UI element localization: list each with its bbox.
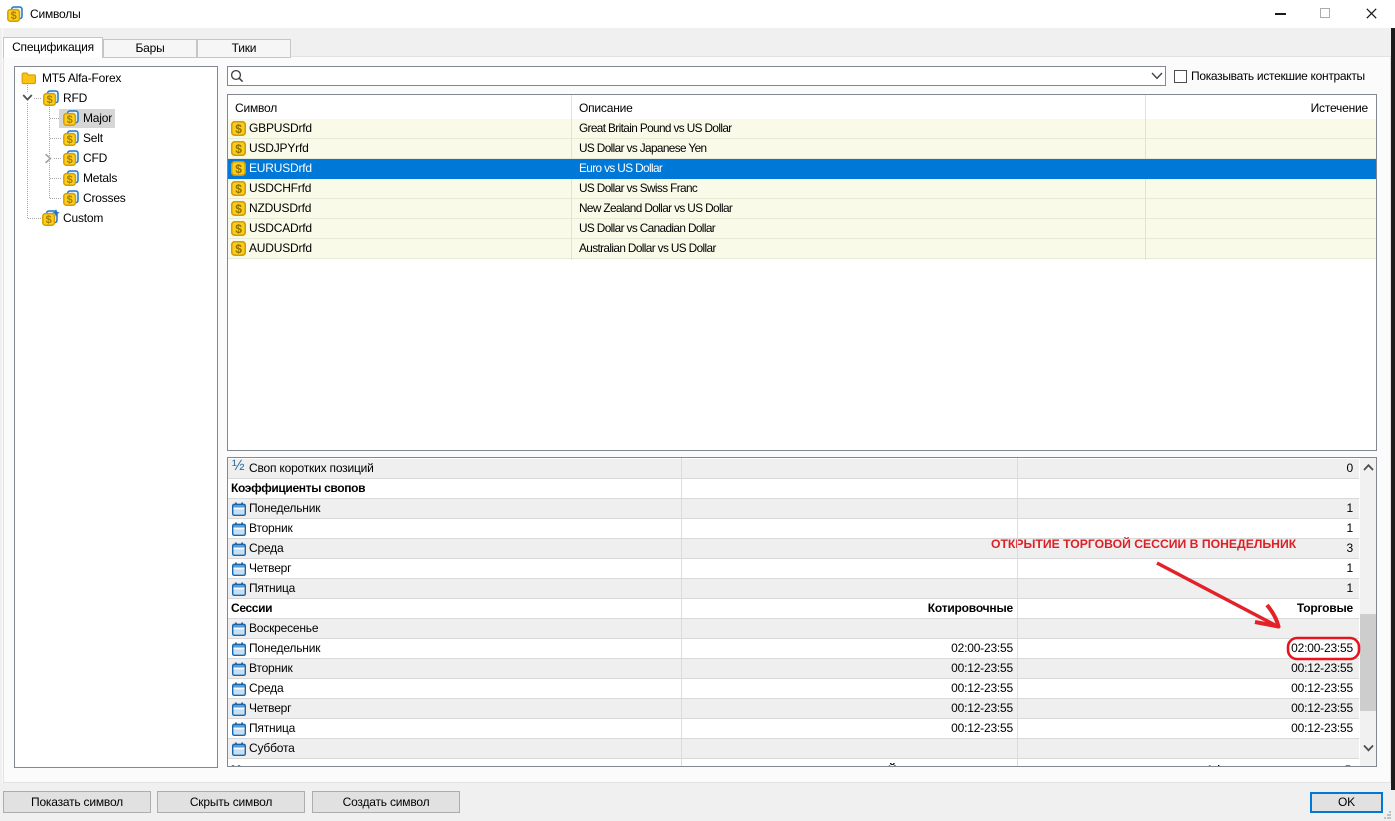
svg-text:$: $ [67,134,73,146]
svg-text:$: $ [235,202,242,216]
svg-text:$: $ [11,10,17,22]
svg-text:$: $ [235,162,242,176]
svg-text:$: $ [235,142,242,156]
svg-text:$: $ [67,154,73,166]
svg-text:$: $ [235,182,242,196]
svg-text:$: $ [235,242,242,256]
svg-text:$: $ [235,222,242,236]
svg-text:$: $ [235,122,242,136]
svg-text:$: $ [67,174,73,186]
svg-text:$: $ [67,194,73,206]
svg-text:$: $ [67,114,73,126]
svg-text:$: $ [46,214,52,226]
svg-text:$: $ [47,94,53,106]
